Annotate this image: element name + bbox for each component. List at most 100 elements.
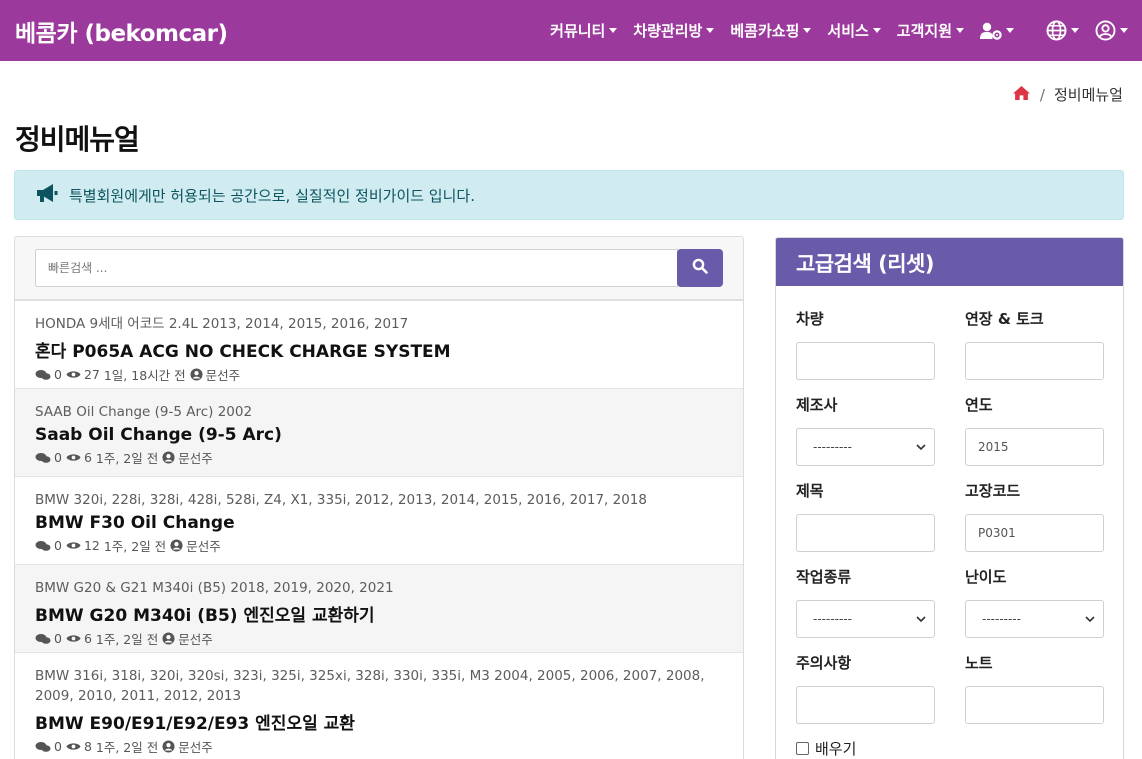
item-vehicle-info: SAAB Oil Change (9-5 Arc) 2002 — [35, 404, 253, 420]
caret-down-icon — [706, 28, 715, 33]
advanced-search-title[interactable]: 고급검색 (리셋) — [776, 238, 1123, 286]
eye-icon — [66, 635, 81, 642]
nav-shopping[interactable]: 베콤카쇼핑 — [730, 20, 812, 41]
item-title[interactable]: Saab Oil Change (9-5 Arc) — [35, 425, 743, 445]
chevron-down-icon — [1085, 615, 1095, 622]
author-name: 문선주 — [205, 368, 241, 383]
item-meta: 0 27 1일, 18시간 전 문선주 — [35, 365, 743, 384]
learn-checkbox-row[interactable]: 배우기 — [796, 738, 856, 759]
top-navbar: 베콤카 (bekomcar) 커뮤니티 차량관리방 베콤카쇼핑 서비스 고객지원 — [0, 0, 1142, 61]
eye-icon — [66, 542, 81, 549]
nav-vehicle-management[interactable]: 차량관리방 — [633, 20, 715, 41]
post-time: 1일, 18시간 전 — [103, 368, 186, 383]
subject-input[interactable] — [796, 514, 935, 552]
tool-torque-input[interactable] — [965, 342, 1104, 380]
item-title[interactable]: BMW G20 M340i (B5) 엔진오일 교환하기 — [35, 601, 743, 626]
caret-down-icon — [803, 28, 812, 33]
nav-support[interactable]: 고객지원 — [897, 20, 964, 41]
year-label: 연도 — [965, 396, 993, 414]
item-meta: 0 6 1주, 2일 전 문선주 — [35, 448, 743, 467]
nav-shopping-label: 베콤카쇼핑 — [730, 22, 800, 40]
list-item[interactable]: SAAB Oil Change (9-5 Arc) 2002 Saab Oil … — [15, 389, 743, 477]
nav-language[interactable] — [1046, 20, 1079, 41]
view-count: 12 — [83, 538, 100, 553]
list-item[interactable]: HONDA 9세대 어코드 2.4L 2013, 2014, 2015, 201… — [15, 301, 743, 389]
breadcrumb: / 정비메뉴얼 — [1012, 84, 1123, 105]
vehicle-label: 차량 — [796, 310, 824, 328]
comments-icon — [35, 633, 51, 644]
tool-torque-field: 연장 & 토크 — [965, 308, 1104, 380]
vehicle-input[interactable] — [796, 342, 935, 380]
year-input[interactable]: 2015 — [965, 428, 1104, 466]
caret-down-icon — [1006, 28, 1014, 33]
user-cog-icon — [980, 22, 1002, 40]
user-circle-icon — [162, 740, 175, 753]
year-field: 연도 2015 — [965, 394, 1104, 466]
breadcrumb-separator: / — [1039, 85, 1045, 104]
caution-input[interactable] — [796, 686, 935, 724]
globe-icon — [1046, 20, 1067, 41]
nav-account[interactable] — [1095, 20, 1128, 41]
user-circle-icon — [162, 632, 175, 645]
caret-down-icon — [872, 28, 881, 33]
comments-icon — [35, 540, 51, 551]
author-name: 문선주 — [186, 539, 221, 554]
fault-code-label: 고장코드 — [965, 482, 1021, 500]
user-circle-icon — [1095, 20, 1116, 41]
brand-logo[interactable]: 베콤카 (bekomcar) — [15, 14, 228, 48]
difficulty-label: 난이도 — [965, 568, 1007, 586]
chevron-down-icon — [916, 443, 926, 450]
user-circle-icon — [162, 451, 175, 464]
item-vehicle-info: BMW 320i, 228i, 328i, 428i, 528i, Z4, X1… — [35, 492, 647, 508]
comment-count: 0 — [54, 739, 62, 754]
chevron-down-icon — [916, 615, 926, 622]
work-type-field: 작업종류 --------- — [796, 566, 935, 638]
nav-community[interactable]: 커뮤니티 — [550, 20, 618, 41]
difficulty-select[interactable]: --------- — [965, 600, 1104, 638]
item-title[interactable]: 혼다 P065A ACG NO CHECK CHARGE SYSTEM — [35, 337, 743, 362]
nav-support-label: 고객지원 — [896, 22, 952, 40]
info-alert: 특별회원에게만 허용되는 공간으로, 실질적인 정비가이드 입니다. — [14, 170, 1124, 220]
item-title[interactable]: BMW F30 Oil Change — [35, 513, 743, 533]
note-input[interactable] — [965, 686, 1104, 724]
caret-down-icon — [1071, 28, 1079, 33]
work-type-select-value: --------- — [813, 612, 852, 626]
list-item[interactable]: BMW G20 & G21 M340i (B5) 2018, 2019, 202… — [15, 565, 743, 653]
fault-code-input[interactable]: P0301 — [965, 514, 1104, 552]
item-meta: 0 6 1주, 2일 전 문선주 — [35, 629, 743, 648]
eye-icon — [66, 454, 81, 461]
eye-icon — [66, 743, 81, 750]
vehicle-field: 차량 — [796, 308, 935, 380]
alert-text: 특별회원에게만 허용되는 공간으로, 실질적인 정비가이드 입니다. — [69, 186, 475, 205]
nav-community-label: 커뮤니티 — [550, 22, 606, 40]
eye-icon — [66, 371, 81, 378]
nav-user-settings[interactable] — [980, 22, 1014, 40]
note-label: 노트 — [965, 654, 993, 672]
comments-icon — [35, 452, 51, 463]
quick-search-input[interactable] — [35, 249, 678, 287]
post-time: 1주, 2일 전 — [95, 451, 159, 466]
search-button[interactable] — [677, 249, 723, 287]
work-type-select[interactable]: --------- — [796, 600, 935, 638]
author-name: 문선주 — [178, 740, 213, 755]
difficulty-field: 난이도 --------- — [965, 566, 1104, 638]
breadcrumb-current: 정비메뉴얼 — [1053, 86, 1123, 104]
note-field: 노트 — [965, 652, 1104, 724]
tool-torque-label: 연장 & 토크 — [965, 310, 1044, 328]
caret-down-icon — [1120, 28, 1128, 33]
nav-service[interactable]: 서비스 — [827, 20, 881, 41]
work-type-label: 작업종류 — [796, 568, 852, 586]
caret-down-icon — [956, 28, 964, 33]
item-title[interactable]: BMW E90/E91/E92/E93 엔진오일 교환 — [35, 709, 743, 734]
caution-field: 주의사항 — [796, 652, 935, 724]
view-count: 6 — [83, 450, 92, 465]
list-item[interactable]: BMW 320i, 228i, 328i, 428i, 528i, Z4, X1… — [15, 477, 743, 565]
view-count: 8 — [83, 739, 92, 754]
maker-select[interactable]: --------- — [796, 428, 935, 466]
quick-search-bar — [15, 237, 743, 301]
list-item[interactable]: BMW 316i, 318i, 320i, 320si, 323i, 325i,… — [15, 653, 743, 759]
caution-label: 주의사항 — [796, 654, 852, 672]
home-icon[interactable] — [1012, 85, 1031, 105]
learn-checkbox[interactable] — [796, 742, 809, 755]
search-icon — [692, 258, 708, 278]
